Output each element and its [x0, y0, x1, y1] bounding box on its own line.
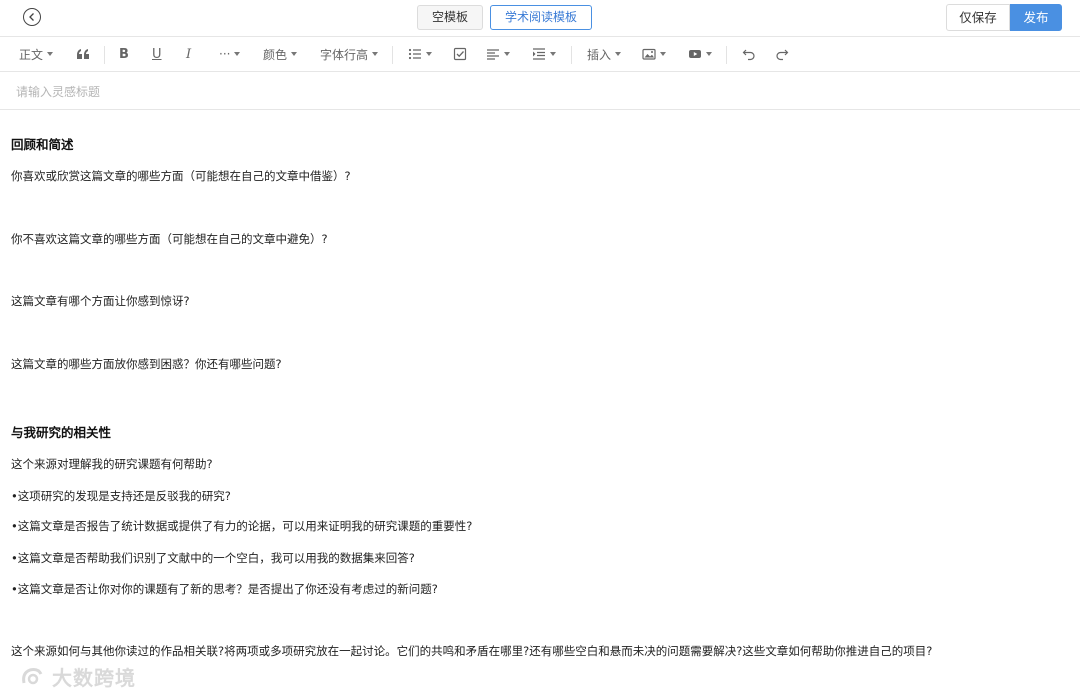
video-icon: [689, 50, 701, 58]
section-heading-review: 回顾和简述: [11, 137, 74, 152]
chevron-down-icon: [291, 52, 298, 56]
undo-icon[interactable]: [742, 37, 756, 71]
watermark-text: 大数跨境: [52, 666, 136, 690]
chevron-down-icon: [504, 52, 510, 56]
paragraph: 这个来源如何与其他你读过的作品相关联?将两项或多项研究放在一起讨论。它们的共鸣和…: [11, 644, 933, 658]
line-height-dropdown[interactable]: 字体行高: [320, 37, 379, 71]
paragraph-style-label: 正文: [19, 47, 44, 62]
align-left-icon: [487, 49, 499, 60]
paragraph: 这篇文章的哪些方面放你感到困惑？你还有哪些问题?: [11, 357, 282, 371]
quote-icon[interactable]: [76, 37, 90, 71]
toolbar-divider: [392, 46, 393, 64]
chevron-down-icon: [47, 52, 54, 56]
image-icon: [642, 48, 656, 60]
paragraph: 你不喜欢这篇文章的哪些方面（可能想在自己的文章中避免）?: [11, 232, 328, 246]
align-dropdown[interactable]: [486, 37, 510, 71]
header-actions: 仅保存 发布: [946, 4, 1062, 31]
bullet-item: •这项研究的发现是支持还是反驳我的研究?: [11, 489, 231, 503]
save-only-button[interactable]: 仅保存: [946, 4, 1010, 31]
insert-dropdown[interactable]: 插入: [587, 37, 622, 71]
bullet-list-dropdown[interactable]: [408, 37, 432, 71]
insert-label: 插入: [587, 47, 612, 62]
title-row: [0, 72, 1080, 110]
toolbar-divider: [571, 46, 572, 64]
more-format-dropdown[interactable]: ···: [219, 37, 241, 71]
indent-icon: [533, 48, 545, 60]
section-heading-relevance: 与我研究的相关性: [11, 425, 112, 440]
bullet-item: •这篇文章是否报告了统计数据或提供了有力的论据，可以用来证明我的研究课题的重要性…: [11, 519, 473, 533]
checkbox-list-icon[interactable]: [453, 37, 467, 71]
chevron-down-icon: [234, 52, 241, 56]
redo-icon[interactable]: [775, 37, 789, 71]
chevron-down-icon: [550, 52, 556, 56]
watermark-logo-icon: [22, 667, 43, 684]
chevron-down-icon: [426, 52, 432, 56]
paragraph: 这个来源对理解我的研究课题有何帮助?: [11, 457, 213, 471]
chevron-down-icon: [706, 52, 712, 56]
title-input[interactable]: [16, 82, 816, 102]
color-label: 颜色: [263, 47, 288, 62]
bold-icon[interactable]: B: [119, 37, 129, 71]
toolbar-divider: [104, 46, 105, 64]
more-format-label: ···: [219, 47, 231, 61]
paragraph: 这篇文章有哪个方面让你感到惊讶?: [11, 294, 190, 308]
chevron-down-icon: [372, 52, 379, 56]
bullet-item: •这篇文章是否帮助我们识别了文献中的一个空白，我可以用我的数据集来回答?: [11, 551, 415, 565]
editor-toolbar: 正文 B U I ··· 颜色 字体行高 插入: [0, 36, 1080, 72]
chevron-down-icon: [615, 52, 622, 56]
template-tabs: 空模板 学术阅读模板: [417, 5, 593, 30]
tab-academic-reading-template[interactable]: 学术阅读模板: [490, 5, 593, 30]
image-dropdown[interactable]: [642, 37, 666, 71]
top-bar: 空模板 学术阅读模板 仅保存 发布: [0, 0, 1080, 36]
toolbar-divider: [726, 46, 727, 64]
watermark: 大数跨境: [20, 662, 136, 691]
color-dropdown[interactable]: 颜色: [263, 37, 298, 71]
video-dropdown[interactable]: [688, 37, 712, 71]
tab-empty-template[interactable]: 空模板: [417, 5, 484, 30]
indent-dropdown[interactable]: [532, 37, 556, 71]
italic-icon[interactable]: I: [186, 37, 191, 71]
back-icon[interactable]: [23, 8, 41, 26]
bullet-item: •这篇文章是否让你对你的课题有了新的思考？是否提出了你还没有考虑过的新问题?: [11, 582, 438, 596]
paragraph: 你喜欢或欣赏这篇文章的哪些方面（可能想在自己的文章中借鉴）?: [11, 169, 351, 183]
publish-button[interactable]: 发布: [1010, 4, 1062, 31]
paragraph-style-dropdown[interactable]: 正文: [19, 37, 54, 71]
line-height-label: 字体行高: [320, 47, 369, 62]
chevron-down-icon: [660, 52, 666, 56]
bullet-list-icon: [408, 48, 421, 60]
underline-icon[interactable]: U: [152, 37, 162, 71]
